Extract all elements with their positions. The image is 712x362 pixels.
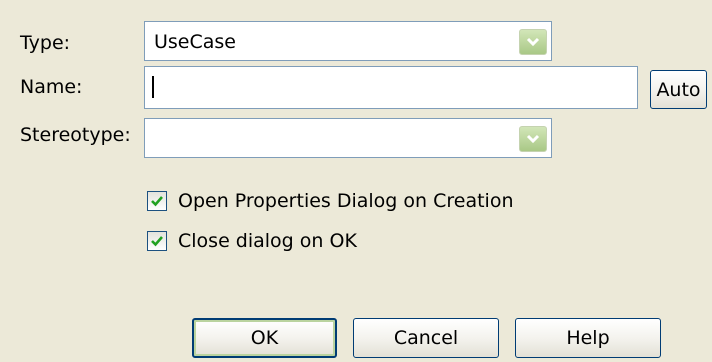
name-input[interactable] bbox=[144, 66, 638, 109]
ok-button[interactable]: OK bbox=[192, 318, 337, 358]
checkmark-icon bbox=[151, 196, 163, 207]
chevron-down-icon bbox=[526, 37, 540, 47]
open-properties-checkbox[interactable] bbox=[147, 191, 167, 211]
stereotype-dropdown-button[interactable] bbox=[519, 126, 547, 152]
name-label: Name: bbox=[20, 76, 83, 98]
stereotype-label: Stereotype: bbox=[20, 124, 131, 146]
cancel-button[interactable]: Cancel bbox=[353, 318, 499, 358]
open-properties-label: Open Properties Dialog on Creation bbox=[178, 190, 514, 212]
close-on-ok-checkbox[interactable] bbox=[147, 231, 167, 251]
auto-button[interactable]: Auto bbox=[650, 70, 707, 109]
type-label: Type: bbox=[20, 32, 71, 54]
help-button[interactable]: Help bbox=[515, 318, 661, 358]
text-caret bbox=[152, 76, 154, 98]
type-dropdown-button[interactable] bbox=[519, 29, 547, 55]
stereotype-select[interactable] bbox=[144, 118, 552, 158]
type-select-value: UseCase bbox=[154, 31, 236, 53]
chevron-down-icon bbox=[526, 134, 540, 144]
type-select[interactable]: UseCase bbox=[144, 21, 552, 61]
checkmark-icon bbox=[151, 236, 163, 247]
close-on-ok-label: Close dialog on OK bbox=[178, 230, 357, 252]
